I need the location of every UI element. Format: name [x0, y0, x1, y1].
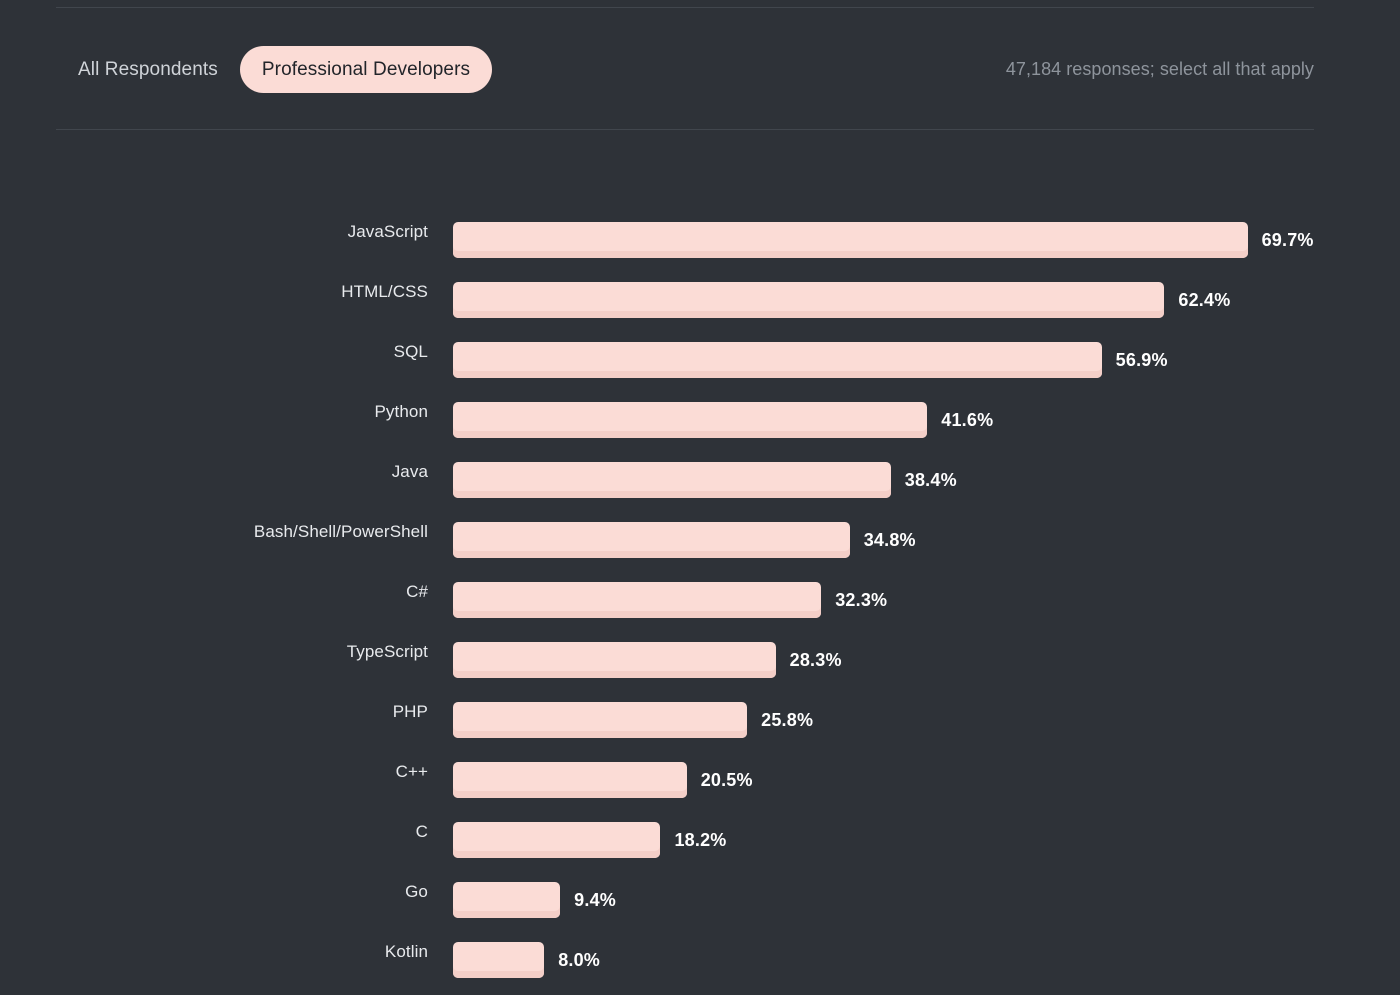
bar[interactable] [453, 222, 1248, 258]
divider-top [56, 7, 1314, 8]
bar[interactable] [453, 402, 928, 438]
bar-value-label: 32.3% [835, 590, 888, 610]
bar-value-label: 28.3% [789, 650, 842, 670]
bar[interactable] [453, 822, 661, 858]
bar-track: 69.7% [453, 222, 1400, 258]
bar-value-label: 41.6% [941, 410, 994, 430]
bar-row[interactable]: JavaScript 69.7% [0, 206, 1400, 266]
bar-row[interactable]: PHP 25.8% [0, 686, 1400, 746]
bar[interactable] [453, 762, 687, 798]
bar-track: 38.4% [453, 462, 1400, 498]
bar-value-label: 62.4% [1178, 290, 1231, 310]
bar-value-label: 20.5% [700, 770, 753, 790]
bar[interactable] [453, 882, 561, 918]
bar-category-label: TypeScript [346, 642, 428, 661]
bar-value-label: 38.4% [904, 470, 957, 490]
bar[interactable] [453, 942, 545, 978]
bar[interactable] [453, 342, 1102, 378]
bar-value-label: 18.2% [674, 830, 727, 850]
bar-category-label: Go [405, 882, 428, 901]
respondent-segmented-control[interactable]: All Respondents Professional Developers [56, 45, 493, 93]
bar-row[interactable]: Bash/Shell/PowerShell 34.8% [0, 506, 1400, 566]
bar[interactable] [453, 642, 776, 678]
bar-category-label: C++ [395, 762, 428, 781]
bar-row[interactable]: Kotlin 8.0% [0, 926, 1400, 986]
bar-row[interactable]: TypeScript 28.3% [0, 626, 1400, 686]
bar-category-label: Bash/Shell/PowerShell [253, 522, 428, 541]
bar[interactable] [453, 282, 1165, 318]
bar-row[interactable]: Go 9.4% [0, 866, 1400, 926]
bar-category-label: PHP [392, 702, 428, 721]
bar-track: 34.8% [453, 522, 1400, 558]
survey-chart-page: All Respondents Professional Developers … [0, 0, 1400, 995]
bar[interactable] [453, 522, 850, 558]
tab-professional-developers[interactable]: Professional Developers [239, 45, 493, 93]
bar-category-label: Kotlin [384, 942, 428, 961]
bar-track: 18.2% [453, 822, 1400, 858]
horizontal-bar-chart: JavaScript 69.7% HTML/CSS 62.4% SQL 56.9% Pyth… [0, 206, 1400, 986]
bar-category-label: C# [406, 582, 428, 601]
bar-value-label: 25.8% [761, 710, 814, 730]
bar-value-label: 56.9% [1115, 350, 1168, 370]
bar-track: 8.0% [453, 942, 1400, 978]
bar[interactable] [453, 702, 748, 738]
bar-category-label: SQL [393, 342, 428, 361]
bar-track: 32.3% [453, 582, 1400, 618]
bar-category-label: Python [374, 402, 428, 421]
bar-track: 28.3% [453, 642, 1400, 678]
bar-category-label: Java [391, 462, 428, 481]
bar-row[interactable]: Java 38.4% [0, 446, 1400, 506]
bar-track: 56.9% [453, 342, 1400, 378]
bar-row[interactable]: C 18.2% [0, 806, 1400, 866]
bar-track: 25.8% [453, 702, 1400, 738]
bar-row[interactable]: HTML/CSS 62.4% [0, 266, 1400, 326]
bar-row[interactable]: SQL 56.9% [0, 326, 1400, 386]
bar-category-label: HTML/CSS [341, 282, 428, 301]
bar[interactable] [453, 462, 891, 498]
bar-value-label: 69.7% [1261, 230, 1314, 250]
bar[interactable] [453, 582, 822, 618]
tab-all-respondents[interactable]: All Respondents [56, 46, 240, 93]
bar-category-label: JavaScript [347, 222, 428, 241]
bar-row[interactable]: C++ 20.5% [0, 746, 1400, 806]
bar-row[interactable]: C# 32.3% [0, 566, 1400, 626]
bar-value-label: 34.8% [863, 530, 916, 550]
bar-track: 9.4% [453, 882, 1400, 918]
bar-value-label: 9.4% [574, 890, 616, 910]
bar-track: 20.5% [453, 762, 1400, 798]
bar-track: 41.6% [453, 402, 1400, 438]
respondent-filter-toolbar: All Respondents Professional Developers … [56, 44, 1314, 94]
bar-category-label: C [415, 822, 428, 841]
bar-row[interactable]: Python 41.6% [0, 386, 1400, 446]
divider-bottom [56, 129, 1314, 130]
bar-track: 62.4% [453, 282, 1400, 318]
responses-note: 47,184 responses; select all that apply [1005, 58, 1314, 79]
bar-value-label: 8.0% [558, 950, 601, 970]
